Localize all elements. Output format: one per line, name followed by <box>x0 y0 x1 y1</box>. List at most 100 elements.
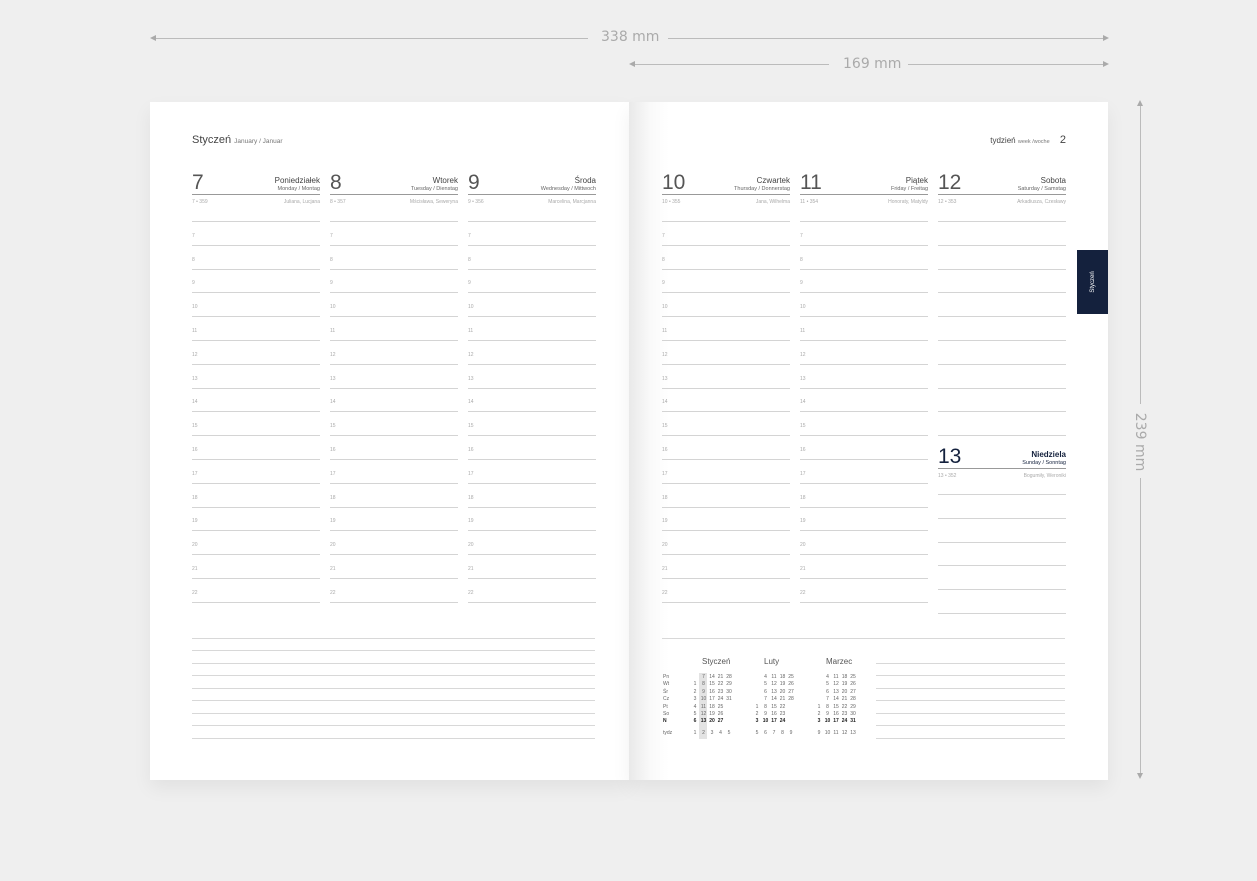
mini-day[interactable]: 10 <box>700 696 708 702</box>
time-slot[interactable] <box>192 554 320 556</box>
mini-day[interactable]: 15 <box>832 704 840 710</box>
time-slot[interactable] <box>192 482 320 484</box>
mini-day[interactable]: 4 <box>824 674 832 680</box>
time-slot[interactable] <box>662 268 790 270</box>
mini-day[interactable]: 27 <box>717 718 725 724</box>
mini-day[interactable]: 23 <box>841 711 849 717</box>
time-slot[interactable] <box>330 578 458 579</box>
month-tab[interactable]: Styczeń <box>1077 250 1108 314</box>
time-slot[interactable] <box>192 221 320 222</box>
time-slot[interactable] <box>800 601 928 603</box>
mini-day[interactable]: 7 <box>824 696 832 702</box>
mini-day[interactable]: 17 <box>770 718 778 724</box>
time-slot[interactable] <box>330 530 458 532</box>
mini-day[interactable]: 14 <box>832 696 840 702</box>
mini-day[interactable]: 26 <box>787 681 795 687</box>
mini-day[interactable]: 8 <box>700 681 708 687</box>
time-slot[interactable] <box>468 578 596 579</box>
time-slot[interactable] <box>938 268 1066 270</box>
mini-day[interactable]: 13 <box>700 718 708 724</box>
time-slot[interactable] <box>330 244 458 246</box>
time-slot[interactable] <box>662 221 790 222</box>
mini-day[interactable]: 9 <box>700 689 708 695</box>
note-line[interactable] <box>876 700 1065 701</box>
time-slot[interactable] <box>192 340 320 341</box>
time-slot[interactable] <box>800 530 928 532</box>
time-slot[interactable] <box>192 459 320 460</box>
time-slot[interactable] <box>662 244 790 246</box>
time-slot[interactable] <box>330 554 458 556</box>
mini-day[interactable]: 9 <box>762 711 770 717</box>
mini-day[interactable]: 8 <box>824 704 832 710</box>
mini-day[interactable]: 17 <box>832 718 840 724</box>
mini-day[interactable]: 10 <box>762 718 770 724</box>
time-slot[interactable] <box>192 601 320 603</box>
time-slot[interactable] <box>938 613 1066 614</box>
mini-day[interactable]: 1 <box>815 704 823 710</box>
mini-day[interactable]: 19 <box>841 681 849 687</box>
note-line[interactable] <box>876 738 1065 739</box>
mini-day[interactable]: 30 <box>725 689 733 695</box>
time-slot[interactable] <box>938 221 1066 222</box>
time-slot[interactable] <box>662 482 790 484</box>
mini-day[interactable]: 28 <box>787 696 795 702</box>
time-slot[interactable] <box>938 494 1066 495</box>
mini-day[interactable]: 22 <box>717 681 725 687</box>
time-slot[interactable] <box>468 482 596 484</box>
time-slot[interactable] <box>468 340 596 341</box>
mini-day[interactable]: 5 <box>762 681 770 687</box>
mini-day[interactable]: 2 <box>815 711 823 717</box>
time-slot[interactable] <box>800 316 928 318</box>
note-line[interactable] <box>192 738 595 739</box>
note-line[interactable] <box>192 663 595 664</box>
mini-day[interactable]: 10 <box>824 718 832 724</box>
time-slot[interactable] <box>192 530 320 532</box>
time-slot[interactable] <box>468 554 596 556</box>
note-line[interactable] <box>192 675 595 676</box>
note-line[interactable] <box>192 725 595 726</box>
note-line[interactable] <box>662 638 1065 639</box>
mini-day[interactable]: 19 <box>779 681 787 687</box>
time-slot[interactable] <box>468 601 596 603</box>
time-slot[interactable] <box>800 578 928 579</box>
time-slot[interactable] <box>192 506 320 508</box>
mini-day[interactable]: 24 <box>841 718 849 724</box>
time-slot[interactable] <box>800 506 928 508</box>
time-slot[interactable] <box>938 292 1066 294</box>
time-slot[interactable] <box>330 601 458 603</box>
mini-day[interactable]: 13 <box>832 689 840 695</box>
mini-day[interactable]: 7 <box>762 696 770 702</box>
time-slot[interactable] <box>192 316 320 318</box>
time-slot[interactable] <box>800 387 928 389</box>
time-slot[interactable] <box>330 292 458 294</box>
mini-day[interactable]: 25 <box>849 674 857 680</box>
time-slot[interactable] <box>192 268 320 270</box>
time-slot[interactable] <box>938 517 1066 519</box>
mini-day[interactable]: 2 <box>691 689 699 695</box>
time-slot[interactable] <box>330 506 458 508</box>
mini-day[interactable]: 6 <box>824 689 832 695</box>
mini-day[interactable]: 22 <box>779 704 787 710</box>
mini-day[interactable]: 24 <box>779 718 787 724</box>
time-slot[interactable] <box>938 435 1066 437</box>
note-line[interactable] <box>876 663 1065 664</box>
mini-day[interactable]: 23 <box>717 689 725 695</box>
mini-day[interactable]: 13 <box>770 689 778 695</box>
mini-day[interactable]: 21 <box>779 696 787 702</box>
time-slot[interactable] <box>800 411 928 413</box>
time-slot[interactable] <box>330 411 458 413</box>
mini-day[interactable]: 29 <box>849 704 857 710</box>
mini-day[interactable]: 3 <box>815 718 823 724</box>
mini-day[interactable]: 11 <box>770 674 778 680</box>
mini-day[interactable]: 20 <box>708 718 716 724</box>
time-slot[interactable] <box>192 387 320 389</box>
mini-day[interactable]: 6 <box>762 689 770 695</box>
time-slot[interactable] <box>468 530 596 532</box>
time-slot[interactable] <box>800 268 928 270</box>
time-slot[interactable] <box>662 292 790 294</box>
mini-day[interactable]: 27 <box>849 689 857 695</box>
mini-day[interactable]: 18 <box>708 704 716 710</box>
time-slot[interactable] <box>800 435 928 437</box>
time-slot[interactable] <box>662 578 790 579</box>
time-slot[interactable] <box>468 221 596 222</box>
